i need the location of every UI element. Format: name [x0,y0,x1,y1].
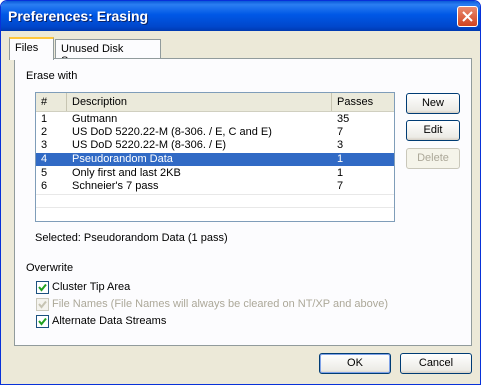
alternate-data-streams-checkbox[interactable] [36,315,49,328]
erase-with-label: Erase with [26,70,78,82]
row-description: US DoD 5220.22-M (8-306. / E, C and E) [72,126,272,138]
row-description: Only first and last 2KB [72,167,181,179]
cluster-tip-checkbox[interactable] [36,281,49,294]
table-row[interactable]: 2 US DoD 5220.22-M (8-306. / E, C and E)… [36,126,394,139]
table-row[interactable]: 1 Gutmann 35 [36,113,394,126]
row-num: 1 [41,113,48,125]
tab-files[interactable]: Files [9,37,54,60]
row-num: 2 [41,126,48,138]
row-passes: 7 [337,126,344,138]
column-header-description[interactable]: Description [67,93,332,111]
tab-unused-disk-space[interactable]: Unused Disk Space [55,39,161,67]
table-header: # Description Passes [36,93,394,112]
cancel-button[interactable]: Cancel [400,353,472,374]
column-header-passes[interactable]: Passes [332,93,394,111]
close-button[interactable] [457,6,478,27]
row-description: Gutmann [72,113,118,125]
row-description: Schneier's 7 pass [72,180,159,192]
row-num: 3 [41,139,48,151]
file-names-checkbox[interactable] [36,298,49,311]
table-row[interactable]: 5 Only first and last 2KB 1 [36,167,394,180]
new-button[interactable]: New [406,93,460,114]
row-num: 4 [41,153,48,165]
checkmark-icon [38,283,47,292]
selected-method-text: Selected: Pseudorandom Data (1 pass) [35,232,228,244]
row-passes: 35 [337,113,350,125]
ok-button[interactable]: OK [319,353,391,374]
row-description: Pseudorandom Data [72,153,173,165]
column-header-num[interactable]: # [36,93,67,111]
preferences-dialog: Preferences: Erasing Files Unused Disk S… [0,0,481,385]
row-num: 6 [41,180,48,192]
row-passes: 3 [337,139,344,151]
empty-row-divider [36,194,394,195]
table-row[interactable]: 3 US DoD 5220.22-M (8-306. / E) 3 [36,139,394,152]
file-names-label[interactable]: File Names (File Names will always be cl… [52,298,388,310]
cluster-tip-label[interactable]: Cluster Tip Area [52,281,130,293]
table-row[interactable]: 6 Schneier's 7 pass 7 [36,180,394,193]
overwrite-label: Overwrite [26,262,74,274]
empty-row-divider [36,207,394,208]
delete-button[interactable]: Delete [406,148,460,169]
row-description: US DoD 5220.22-M (8-306. / E) [72,139,227,151]
checkmark-icon [38,300,47,309]
edit-button[interactable]: Edit [406,120,460,141]
checkmark-icon [38,317,47,326]
close-icon [462,11,473,22]
table-row-selected[interactable]: 4 Pseudorandom Data 1 [36,153,394,166]
row-num: 5 [41,167,48,179]
row-passes: 1 [337,167,344,179]
window-title: Preferences: Erasing [8,8,149,24]
erase-methods-table[interactable]: # Description Passes 1 Gutmann 35 2 US D… [35,92,395,222]
tab-files-label: Files [15,42,39,54]
alternate-data-streams-label[interactable]: Alternate Data Streams [52,315,166,327]
title-bar[interactable]: Preferences: Erasing [1,1,480,31]
row-passes: 1 [337,153,344,165]
row-passes: 7 [337,180,344,192]
